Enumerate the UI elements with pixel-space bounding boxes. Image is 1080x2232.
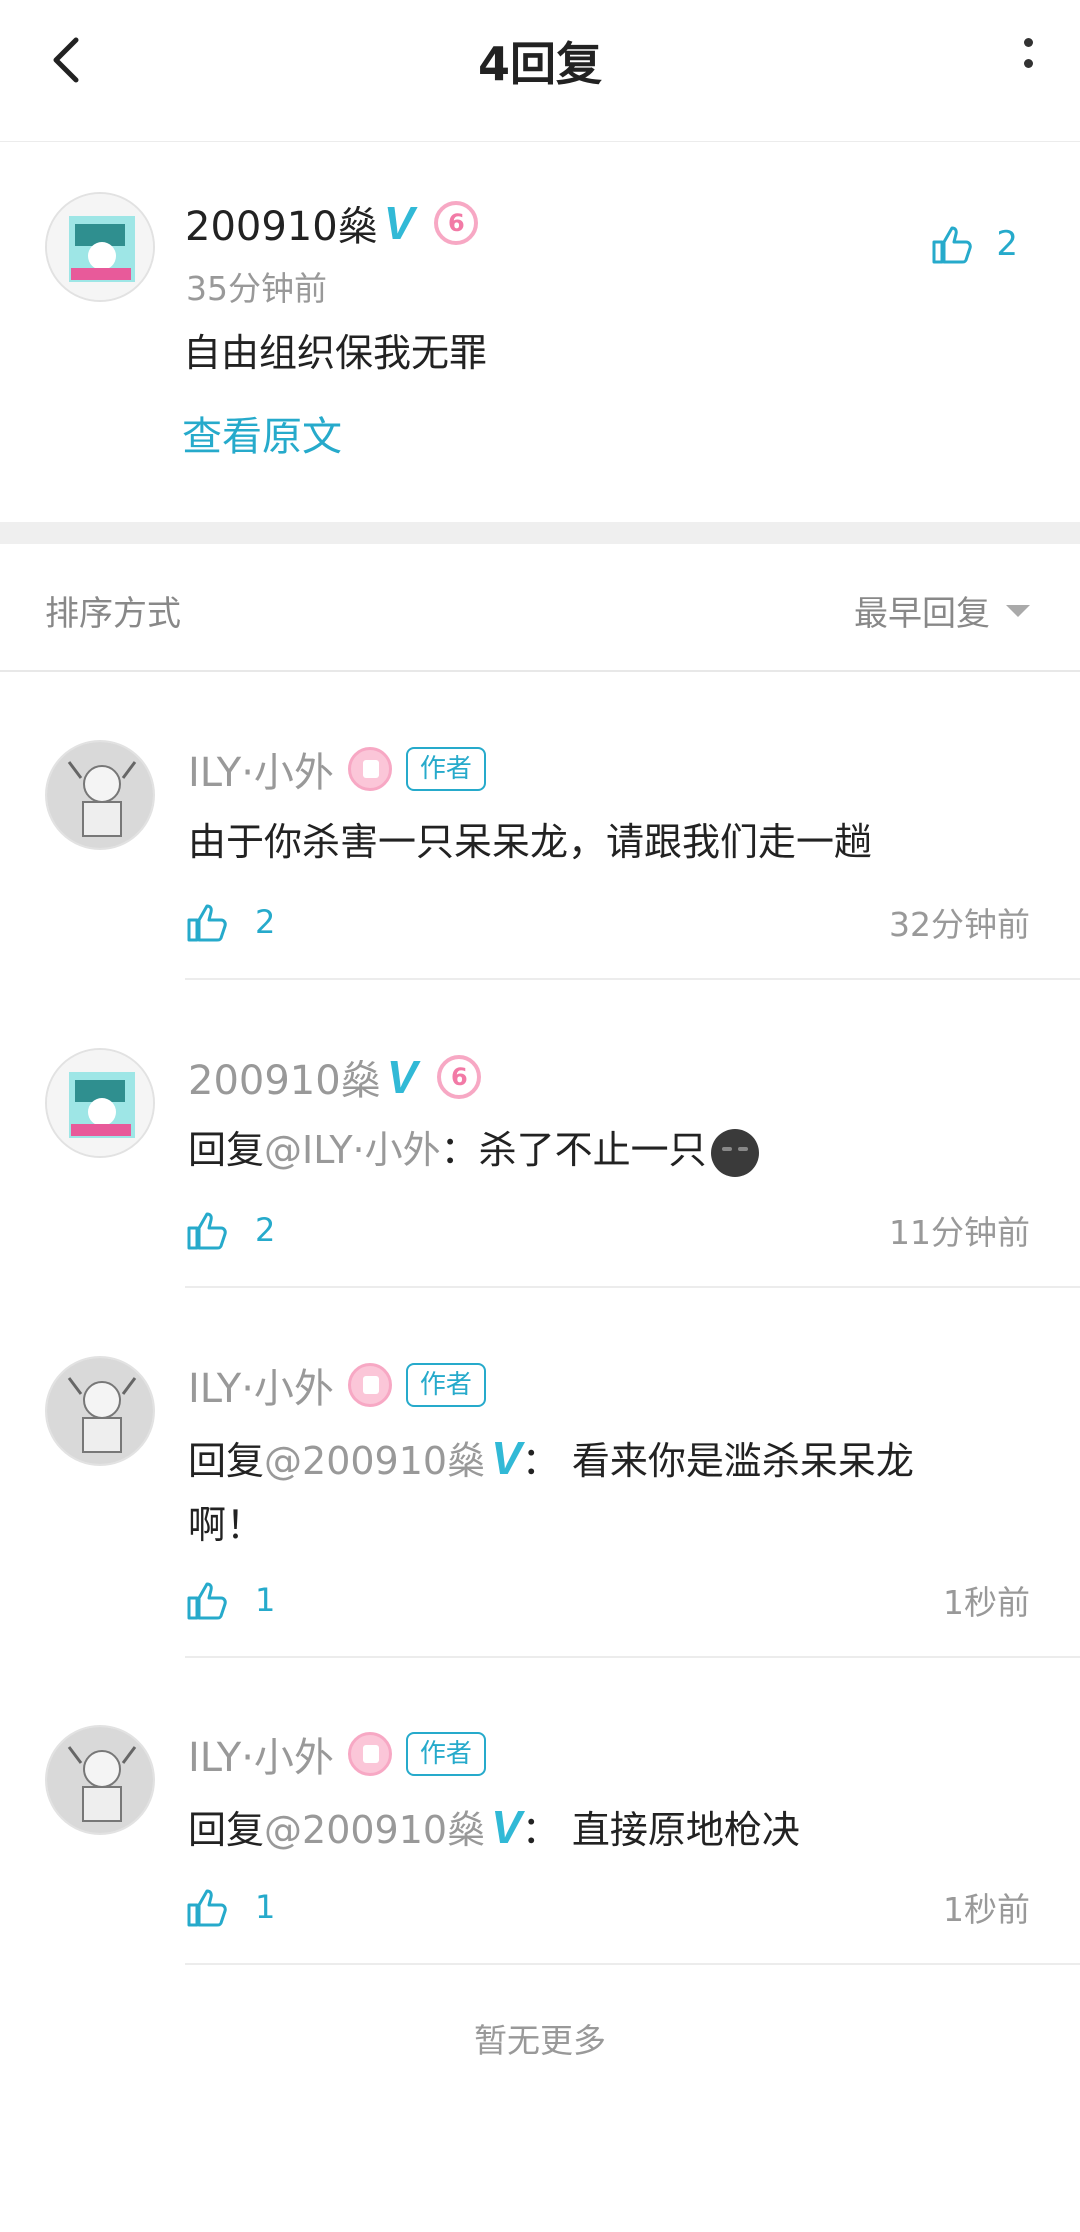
reply-body: 由于你杀害一只呆呆龙，请跟我们走一趟 bbox=[188, 820, 873, 864]
thumbs-up-icon bbox=[932, 226, 973, 264]
top-bar: 4回复 bbox=[0, 0, 1080, 142]
divider bbox=[185, 1656, 1080, 1658]
thumbs-up-icon bbox=[187, 1889, 227, 1927]
vip-badge: V bbox=[491, 1801, 522, 1853]
avatar[interactable] bbox=[45, 1356, 155, 1466]
username-row: 200910燊 V 6 bbox=[188, 1048, 482, 1106]
sort-bar: 排序方式 最早回复 bbox=[0, 544, 1080, 672]
username[interactable]: ILY·小外 bbox=[188, 740, 334, 798]
divider bbox=[185, 1963, 1080, 1965]
reply-time: 1秒前 bbox=[943, 1890, 1030, 1929]
original-comment: 200910燊 V 6 35分钟前 自由组织保我无罪 查看原文 2 bbox=[0, 142, 1080, 522]
like-count: 1 bbox=[255, 1581, 276, 1619]
like-button[interactable]: 2 bbox=[185, 1208, 275, 1252]
post-time: 35分钟前 bbox=[186, 269, 327, 308]
reply-footer: 2 32分钟前 bbox=[185, 898, 1030, 946]
reply-text: 回复@200910燊 V： 直接原地枪决 bbox=[188, 1795, 1018, 1862]
reply-time: 1秒前 bbox=[943, 1583, 1030, 1622]
page-title: 4回复 bbox=[477, 37, 602, 91]
reply-time: 11分钟前 bbox=[889, 1213, 1030, 1252]
view-original-link[interactable]: 查看原文 bbox=[182, 404, 342, 462]
reply-prefix: 回复 bbox=[188, 1439, 265, 1483]
level-badge: 6 bbox=[437, 1055, 482, 1099]
reply-text: 回复@ILY·小外：杀了不止一只 bbox=[188, 1118, 1018, 1182]
username-row: ILY·小外 作者 bbox=[188, 1725, 486, 1783]
caret-down-icon bbox=[1006, 604, 1030, 617]
sort-dropdown[interactable]: 最早回复 bbox=[854, 586, 1030, 635]
like-count: 2 bbox=[255, 903, 276, 941]
comment-text: 自由组织保我无罪 bbox=[183, 331, 488, 375]
reply-text: 回复@200910燊 V： 看来你是滥杀呆呆龙啊！ bbox=[188, 1426, 988, 1557]
thumbs-up-icon bbox=[187, 1582, 227, 1620]
avatar[interactable] bbox=[45, 192, 155, 302]
thumbs-up-icon bbox=[187, 904, 227, 942]
username[interactable]: ILY·小外 bbox=[188, 1725, 334, 1783]
reply-footer: 2 11分钟前 bbox=[185, 1206, 1030, 1254]
thumbs-up-icon bbox=[187, 1212, 227, 1250]
mascot-badge-icon bbox=[347, 1732, 392, 1776]
vip-badge: V bbox=[491, 1432, 522, 1484]
username[interactable]: ILY·小外 bbox=[188, 1356, 334, 1414]
mention-link[interactable]: @ILY·小外 bbox=[264, 1128, 441, 1172]
like-count: 2 bbox=[255, 1211, 276, 1249]
like-button[interactable]: 2 bbox=[930, 222, 1018, 266]
divider bbox=[185, 978, 1080, 980]
mention-link[interactable]: @200910燊 bbox=[264, 1808, 485, 1852]
reply-time: 32分钟前 bbox=[889, 905, 1030, 944]
mascot-badge-icon bbox=[347, 747, 392, 791]
reply-footer: 1 1秒前 bbox=[185, 1883, 1030, 1931]
username[interactable]: 200910燊 bbox=[188, 1048, 381, 1106]
reply-prefix: 回复 bbox=[188, 1808, 265, 1852]
vip-badge: V bbox=[383, 197, 415, 249]
author-badge: 作者 bbox=[405, 1732, 486, 1776]
reply-body: ： 直接原地枪决 bbox=[521, 1808, 800, 1852]
section-divider bbox=[0, 522, 1080, 544]
reply-body: ：杀了不止一只 bbox=[440, 1128, 707, 1172]
smirk-emoji-icon bbox=[710, 1128, 759, 1177]
like-count: 2 bbox=[996, 224, 1018, 264]
username-row: ILY·小外 作者 bbox=[188, 740, 486, 798]
sort-label: 排序方式 bbox=[45, 594, 181, 634]
username[interactable]: 200910燊 bbox=[185, 194, 378, 252]
avatar[interactable] bbox=[45, 1048, 155, 1158]
vip-badge: V bbox=[386, 1051, 418, 1103]
more-options-icon[interactable] bbox=[1016, 38, 1040, 82]
sort-value: 最早回复 bbox=[854, 594, 990, 634]
reply-prefix: 回复 bbox=[188, 1128, 265, 1172]
like-count: 1 bbox=[255, 1888, 276, 1926]
divider bbox=[185, 1286, 1080, 1288]
like-button[interactable]: 1 bbox=[185, 1578, 275, 1622]
author-badge: 作者 bbox=[405, 747, 486, 791]
avatar[interactable] bbox=[45, 740, 155, 850]
reply-text: 由于你杀害一只呆呆龙，请跟我们走一趟 bbox=[188, 810, 1018, 874]
no-more-label: 暂无更多 bbox=[474, 2021, 606, 2060]
username-row: 200910燊 V 6 bbox=[185, 194, 479, 252]
author-badge: 作者 bbox=[405, 1363, 486, 1407]
reply-footer: 1 1秒前 bbox=[185, 1576, 1030, 1624]
mention-link[interactable]: @200910燊 bbox=[264, 1439, 485, 1483]
like-button[interactable]: 2 bbox=[185, 900, 275, 944]
level-badge: 6 bbox=[434, 201, 479, 245]
username-row: ILY·小外 作者 bbox=[188, 1356, 486, 1414]
like-button[interactable]: 1 bbox=[185, 1885, 275, 1929]
mascot-badge-icon bbox=[347, 1363, 392, 1407]
avatar[interactable] bbox=[45, 1725, 155, 1835]
